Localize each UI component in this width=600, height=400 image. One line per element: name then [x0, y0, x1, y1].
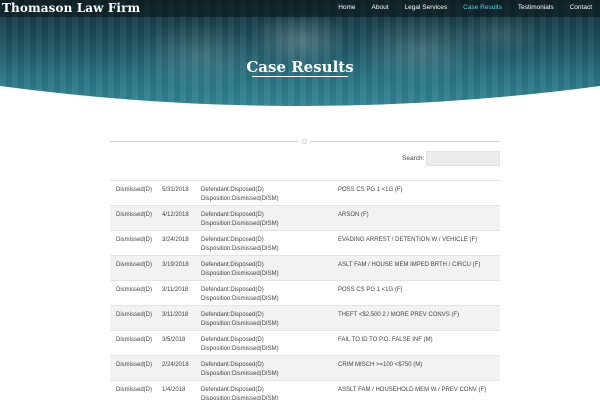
case-offense: POSS CS PG 1 <1G (F): [338, 187, 403, 193]
hero-banner: Thomason Law Firm Home About Legal Service…: [0, 0, 600, 112]
case-offense: EVADING ARREST / DETENTION W / VEHICLE (…: [338, 237, 478, 243]
nav-item-testimonials[interactable]: Testimonials: [518, 4, 554, 14]
case-date: 3/24/2018: [162, 237, 189, 243]
case-disposition-detail: Disposition:Dismissed(DISM): [201, 221, 279, 227]
case-disposition-detail: Disposition:Dismissed(DISM): [201, 396, 279, 400]
case-disposition-detail: Disposition:Dismissed(DISM): [201, 346, 279, 352]
nav-item-legal-services[interactable]: Legal Services: [405, 4, 448, 14]
brand-logo[interactable]: Thomason Law Firm: [2, 1, 140, 15]
section-divider-left: [110, 141, 298, 142]
case-date: 3/11/2018: [162, 287, 189, 293]
case-result: Dismissed(D): [116, 212, 152, 218]
table-row: Dismissed(D) 3/19/2018 Defendant:Disposed(…: [110, 255, 500, 280]
case-disposition-detail: Disposition:Dismissed(DISM): [201, 321, 279, 327]
nav-item-contact[interactable]: Contact: [570, 4, 592, 14]
table-row: Dismissed(D) 3/11/2018 Defendant:Disposed(…: [110, 305, 500, 330]
case-result: Dismissed(D): [116, 337, 152, 343]
search-label: Search:: [402, 155, 425, 162]
section-divider-dot: [302, 139, 307, 144]
title-underline: [252, 76, 348, 77]
case-disposition-detail: Disposition:Dismissed(DISM): [201, 371, 279, 377]
nav-item-home[interactable]: Home: [338, 4, 355, 14]
case-date: 2/24/2018: [162, 362, 189, 368]
case-offense: THEFT <$2,500 2 / MORE PREV CONVS (F): [338, 312, 460, 318]
case-date: 3/11/2018: [162, 312, 189, 318]
case-result: Dismissed(D): [116, 237, 152, 243]
table-row: Dismissed(D) 3/5/2018 Defendant:Disposed(D…: [110, 330, 500, 355]
table-row: Dismissed(D) 5/31/2018 Defendant:Disposed(…: [110, 180, 500, 205]
nav-item-about[interactable]: About: [372, 4, 389, 14]
case-result: Dismissed(D): [116, 187, 152, 193]
section-divider-right: [310, 141, 500, 142]
case-date: 3/19/2018: [162, 262, 189, 268]
case-disposition-detail: Disposition:Dismissed(DISM): [201, 271, 279, 277]
case-offense: FAIL TO ID TO P.O. FALSE INF (M): [338, 337, 433, 343]
case-offense: ASLT FAM / HOUSE MEM IMPED BRTH / CIRCU …: [338, 262, 481, 268]
case-date: 3/5/2018: [162, 337, 186, 343]
nav-item-case-results[interactable]: Case Results: [463, 4, 502, 14]
case-result: Dismissed(D): [116, 362, 152, 368]
case-result: Dismissed(D): [116, 387, 152, 393]
table-row: Dismissed(D) 1/4/2018 Defendant:Disposed(D…: [110, 380, 500, 400]
case-offense: POSS CS PG 1 <1G (F): [338, 287, 403, 293]
case-date: 1/4/2018: [162, 387, 186, 393]
case-result: Dismissed(D): [116, 262, 152, 268]
case-result: Dismissed(D): [116, 287, 152, 293]
main-nav: Home About Legal Services Case Results Testi…: [338, 4, 600, 14]
top-navigation-bar: Thomason Law Firm Home About Legal Service…: [0, 0, 600, 17]
case-offense: CRIM MISCH >=100 <$750 (M): [338, 362, 423, 368]
case-results-table: Dismissed(D) 5/31/2018 Defendant:Disposed(…: [110, 180, 500, 400]
table-row: Dismissed(D) 3/24/2018 Defendant:Disposed(…: [110, 230, 500, 255]
case-offense: ASSLT FAM / HOUSEHOLD MEM W / PREV CONV …: [338, 387, 487, 393]
case-offense: ARSON (F): [338, 212, 369, 218]
case-date: 5/31/2018: [162, 187, 189, 193]
table-row: Dismissed(D) 2/24/2018 Defendant:Disposed(…: [110, 355, 500, 380]
case-result: Dismissed(D): [116, 312, 152, 318]
case-disposition-detail: Disposition:Dismissed(DISM): [201, 296, 279, 302]
search-input[interactable]: [426, 151, 500, 166]
case-disposition-detail: Disposition:Dismissed(DISM): [201, 196, 279, 202]
table-row: Dismissed(D) 4/12/2018 Defendant:Disposed(…: [110, 205, 500, 230]
case-date: 4/12/2018: [162, 212, 189, 218]
page-title: Case Results: [246, 58, 354, 76]
hero-wave: [0, 86, 600, 112]
table-row: Dismissed(D) 3/11/2018 Defendant:Disposed(…: [110, 280, 500, 305]
case-disposition-detail: Disposition:Dismissed(DISM): [201, 246, 279, 252]
